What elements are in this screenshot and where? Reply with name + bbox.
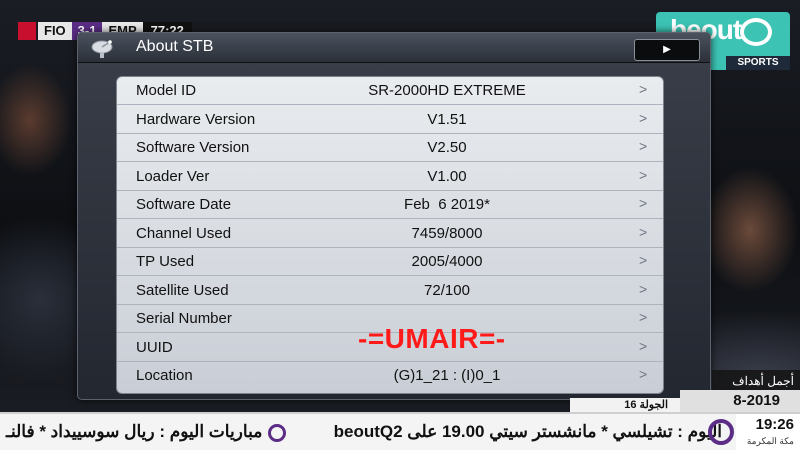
clock-location: مكة المكرمة <box>746 436 794 446</box>
info-row-loader-ver[interactable]: Loader Ver V1.00 > <box>117 163 663 191</box>
row-value: (G)1_21 : (I)0_1 <box>393 367 501 384</box>
row-value: 7459/8000 <box>411 224 483 242</box>
row-label: Hardware Version <box>136 110 256 128</box>
satellite-dish-icon <box>91 40 113 58</box>
chevron-right-icon: > <box>639 223 648 240</box>
row-value: V2.50 <box>427 139 467 156</box>
info-row-location[interactable]: Location (G)1_21 : (I)0_1 > <box>117 362 663 390</box>
caption-year: 8-2019 <box>680 390 800 412</box>
row-label: Software Date <box>136 196 232 213</box>
info-row-software-date[interactable]: Software Date Feb 6 2019* > <box>117 191 663 219</box>
row-label: Serial Number <box>136 310 232 327</box>
dialog-header: About STB ▶ <box>78 33 710 63</box>
chevron-right-icon: > <box>639 138 648 154</box>
row-label: Location <box>136 367 193 384</box>
chevron-right-icon: > <box>639 252 648 268</box>
ticker-clock: 19:26 مكة المكرمة <box>736 414 800 450</box>
channel-q-icon <box>740 18 772 46</box>
row-value: 2005/4000 <box>411 253 483 270</box>
ticker-q-icon <box>268 424 286 442</box>
row-label: Channel Used <box>136 224 232 242</box>
row-label: TP Used <box>136 253 195 270</box>
ticker-logo-icon <box>708 419 734 445</box>
watermark-text: -=UMAIR=- <box>358 323 506 354</box>
info-row-satellite-used[interactable]: Satellite Used 72/100 > <box>117 277 663 305</box>
news-ticker: مباريات اليوم : ريال سوسييداد * فالنـ ال… <box>0 412 800 450</box>
info-row-tp-used[interactable]: TP Used 2005/4000 > <box>117 248 663 276</box>
play-button[interactable]: ▶ <box>634 39 700 61</box>
row-label: Loader Ver <box>136 167 210 185</box>
row-value: 72/100 <box>424 281 470 299</box>
row-value: V1.00 <box>427 167 467 185</box>
row-label: Software Version <box>136 139 250 156</box>
row-label: Satellite Used <box>136 281 229 299</box>
caption-round: الجولة 16 <box>570 398 680 412</box>
chevron-right-icon: > <box>639 337 648 354</box>
chevron-right-icon: > <box>639 81 648 97</box>
about-stb-dialog: About STB ▶ Model ID SR-2000HD EXTREME >… <box>77 32 711 400</box>
chevron-right-icon: > <box>639 366 648 382</box>
clock-time: 19:26 <box>755 416 794 433</box>
chevron-right-icon: > <box>639 309 648 325</box>
dialog-title: About STB <box>136 38 214 55</box>
chevron-right-icon: > <box>639 166 648 183</box>
channel-logo-sub: SPORTS <box>726 56 790 70</box>
info-row-software-version[interactable]: Software Version V2.50 > <box>117 134 663 162</box>
chevron-right-icon: > <box>639 195 648 211</box>
scoreboard-team1: FIO <box>38 22 72 40</box>
ticker-left-text: مباريات اليوم : ريال سوسييداد * فالنـ <box>6 422 263 441</box>
row-value: V1.51 <box>427 110 467 128</box>
row-label: Model ID <box>136 82 197 99</box>
caption-arabic-title: أجمل أهداف الدوري <box>712 370 800 410</box>
info-row-hardware-version[interactable]: Hardware Version V1.51 > <box>117 106 663 134</box>
row-value: SR-2000HD EXTREME <box>368 82 526 99</box>
row-label: UUID <box>136 338 173 356</box>
info-row-channel-used[interactable]: Channel Used 7459/8000 > <box>117 220 663 248</box>
team-flag-icon <box>18 22 36 40</box>
ticker-main-text: اليوم : تشيلسي * مانشستر سيتي 19.00 على … <box>333 422 722 441</box>
chevron-right-icon: > <box>639 109 648 126</box>
info-row-model-id[interactable]: Model ID SR-2000HD EXTREME > <box>117 77 663 105</box>
chevron-right-icon: > <box>639 280 648 297</box>
row-value: Feb 6 2019* <box>404 196 490 213</box>
